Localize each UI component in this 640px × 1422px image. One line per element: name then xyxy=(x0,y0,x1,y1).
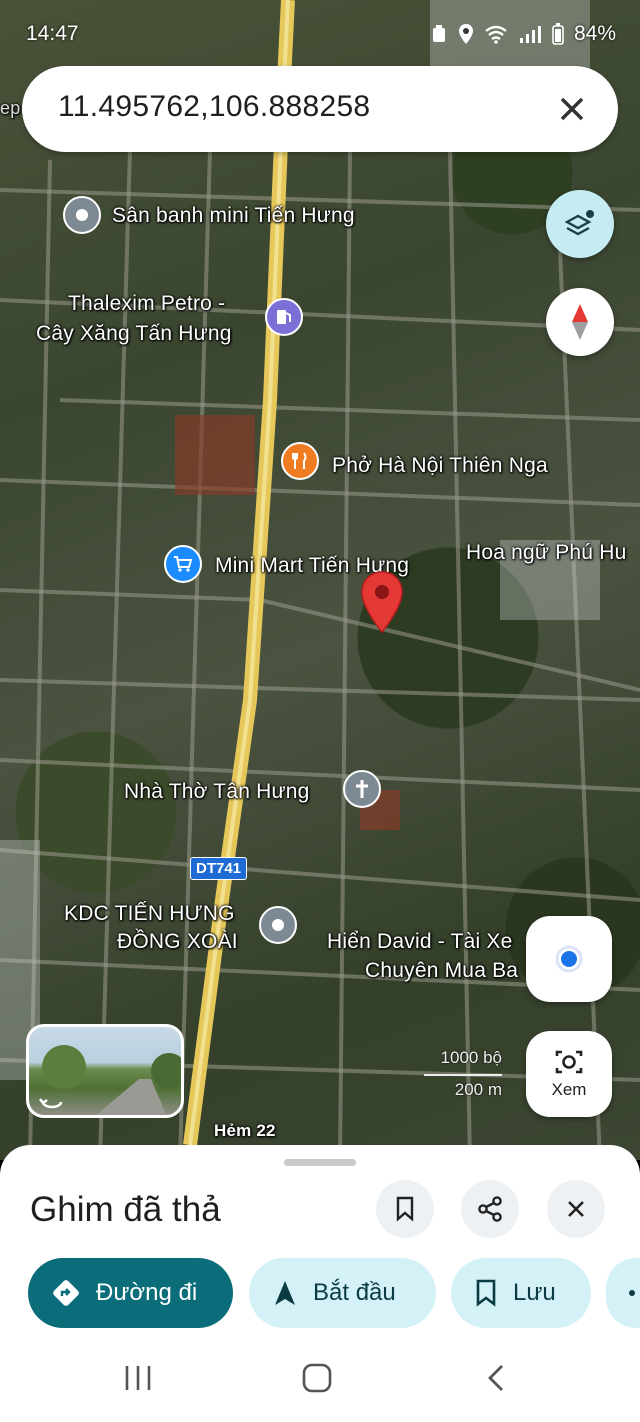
compass-icon xyxy=(572,304,588,340)
bookmark-icon xyxy=(476,1279,496,1307)
start-label: Bắt đầu xyxy=(313,1279,396,1306)
street-view-thumbnail[interactable] xyxy=(26,1024,184,1118)
camera-lens-icon xyxy=(555,1050,583,1074)
system-nav-bar xyxy=(0,1340,640,1422)
directions-label: Đường đi xyxy=(96,1279,198,1306)
share-button[interactable] xyxy=(461,1180,519,1238)
save-button[interactable]: Lưu xyxy=(451,1258,591,1328)
poi-san-banh-label[interactable]: Sân banh mini Tiến Hưng xyxy=(112,203,355,229)
home-icon[interactable] xyxy=(302,1363,332,1393)
poi-nha-tho-label[interactable]: Nhà Thờ Tân Hưng xyxy=(124,779,310,805)
road-label-hem-22: Hẻm 22 xyxy=(214,1121,276,1140)
close-icon xyxy=(568,1201,584,1217)
status-bar: 14:47 84% xyxy=(0,0,640,70)
sheet-title: Ghim đã thả xyxy=(30,1190,221,1229)
close-icon[interactable] xyxy=(550,87,594,131)
poi-hien-david-label-1[interactable]: Hiển David - Tài Xe xyxy=(327,929,513,955)
close-sheet-button[interactable] xyxy=(547,1180,605,1238)
map-scale: 1000 bộ 200 m xyxy=(424,1048,504,1104)
shopping-cart-icon[interactable] xyxy=(164,545,202,583)
poi-hien-david-label-2[interactable]: Chuyên Mua Ba xyxy=(365,958,518,984)
directions-button[interactable]: Đường đi xyxy=(28,1258,233,1328)
road-badge-dt741: DT741 xyxy=(190,857,248,880)
poi-hoa-ngu-label[interactable]: Hoa ngữ Phú Hu xyxy=(466,540,626,566)
church-cross-icon[interactable] xyxy=(343,770,381,808)
dropped-pin-icon[interactable] xyxy=(359,570,405,634)
poi-thalexim-label-2[interactable]: Cây Xăng Tấn Hưng xyxy=(36,321,232,347)
share-icon xyxy=(629,1290,635,1296)
recent-apps-icon[interactable] xyxy=(123,1363,153,1393)
bookmark-icon xyxy=(396,1196,414,1222)
start-button[interactable]: Bắt đầu xyxy=(249,1258,436,1328)
poi-kdc-label-2[interactable]: ĐỒNG XOÀI xyxy=(117,929,238,955)
search-query-text[interactable]: 11.495762,106.888258 xyxy=(58,90,370,124)
my-location-icon xyxy=(555,945,583,973)
signal-icon xyxy=(519,26,541,43)
compass-button[interactable] xyxy=(546,288,614,356)
search-bar[interactable]: 11.495762,106.888258 xyxy=(22,66,618,152)
location-status-icon xyxy=(458,24,473,44)
directions-icon xyxy=(53,1280,79,1306)
share-icon xyxy=(478,1196,502,1222)
save-label: Lưu xyxy=(513,1279,556,1306)
street-view-rotate-icon xyxy=(39,1098,63,1109)
layers-icon xyxy=(564,210,594,236)
view-button[interactable]: Xem xyxy=(526,1031,612,1117)
map-edge-label: ep xyxy=(0,98,21,118)
battery-icon xyxy=(552,23,564,45)
recycle-icon xyxy=(432,25,445,42)
battery-percent: 84% xyxy=(573,22,616,45)
save-bookmark-button[interactable] xyxy=(376,1180,434,1238)
poi-kdc-label-1[interactable]: KDC TIẾN HƯNG xyxy=(64,901,235,927)
view-label: Xem xyxy=(551,1080,587,1099)
my-location-button[interactable] xyxy=(526,916,612,1002)
wifi-icon xyxy=(485,25,507,44)
more-actions-chip[interactable] xyxy=(606,1258,640,1328)
back-icon[interactable] xyxy=(482,1363,512,1393)
sheet-handle[interactable] xyxy=(284,1159,356,1166)
location-icon[interactable] xyxy=(259,906,297,944)
restaurant-icon[interactable] xyxy=(281,442,319,480)
navigation-arrow-icon xyxy=(275,1281,295,1305)
status-time: 14:47 xyxy=(26,22,79,45)
layers-button[interactable] xyxy=(546,190,614,258)
location-icon[interactable] xyxy=(63,196,101,234)
poi-pho-label[interactable]: Phở Hà Nội Thiên Nga xyxy=(332,453,548,479)
poi-thalexim-label-1[interactable]: Thalexim Petro - xyxy=(68,291,225,317)
gas-station-icon[interactable] xyxy=(265,298,303,336)
